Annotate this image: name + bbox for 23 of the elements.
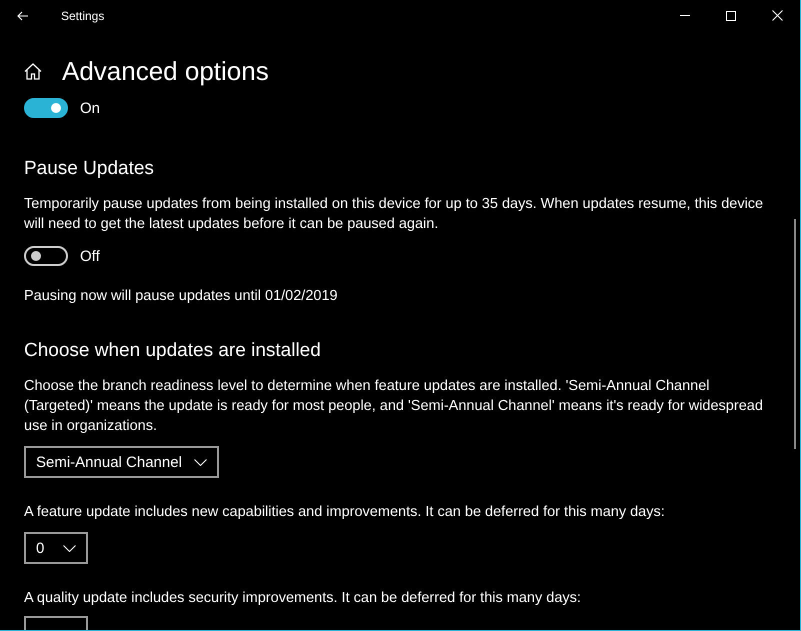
dropdown[interactable]: 0 [24, 532, 88, 564]
dropdown[interactable]: Semi-Annual Channel [24, 446, 219, 478]
section-heading: Pause Updates [24, 158, 155, 180]
description-text: Pausing now will pause updates until 01/02/2019 [24, 287, 339, 306]
description-text: A quality update includes security improvements. It can be deferred for this many days: [24, 589, 582, 608]
chevron-down-icon [63, 544, 76, 552]
close-icon [772, 10, 782, 21]
toggle-label: On [80, 100, 100, 116]
scrollbar[interactable] [794, 219, 796, 449]
home-icon[interactable] [24, 62, 42, 80]
toggle-label: Off [80, 248, 100, 264]
description-text: Temporarily pause updates from being installed on this device for up to 35 days. When updates resume, this device will need to get the latest updates before it can be paused again. [24, 195, 764, 234]
page-title: Advanced options [62, 56, 269, 86]
chevron-down-icon [194, 458, 207, 466]
description-text: Choose the branch readiness level to determine when feature updates are installed. 'Semi-Annual Channel (Targeted)' means the update is ready for most people, and 'Semi-Annual Channel' means it's ready for widespread use in organizations. [24, 377, 764, 436]
description-text: A feature update includes new capabilities and improvements. It can be deferred for this many days: [24, 503, 666, 522]
minimize-icon [680, 15, 690, 16]
window-title: Settings [61, 8, 106, 22]
toggle-switch[interactable] [24, 98, 68, 118]
maximize-icon [726, 10, 736, 20]
back-arrow-icon [17, 10, 29, 20]
toggle-switch[interactable] [24, 246, 68, 266]
section-heading: Choose when updates are installed [24, 340, 322, 362]
